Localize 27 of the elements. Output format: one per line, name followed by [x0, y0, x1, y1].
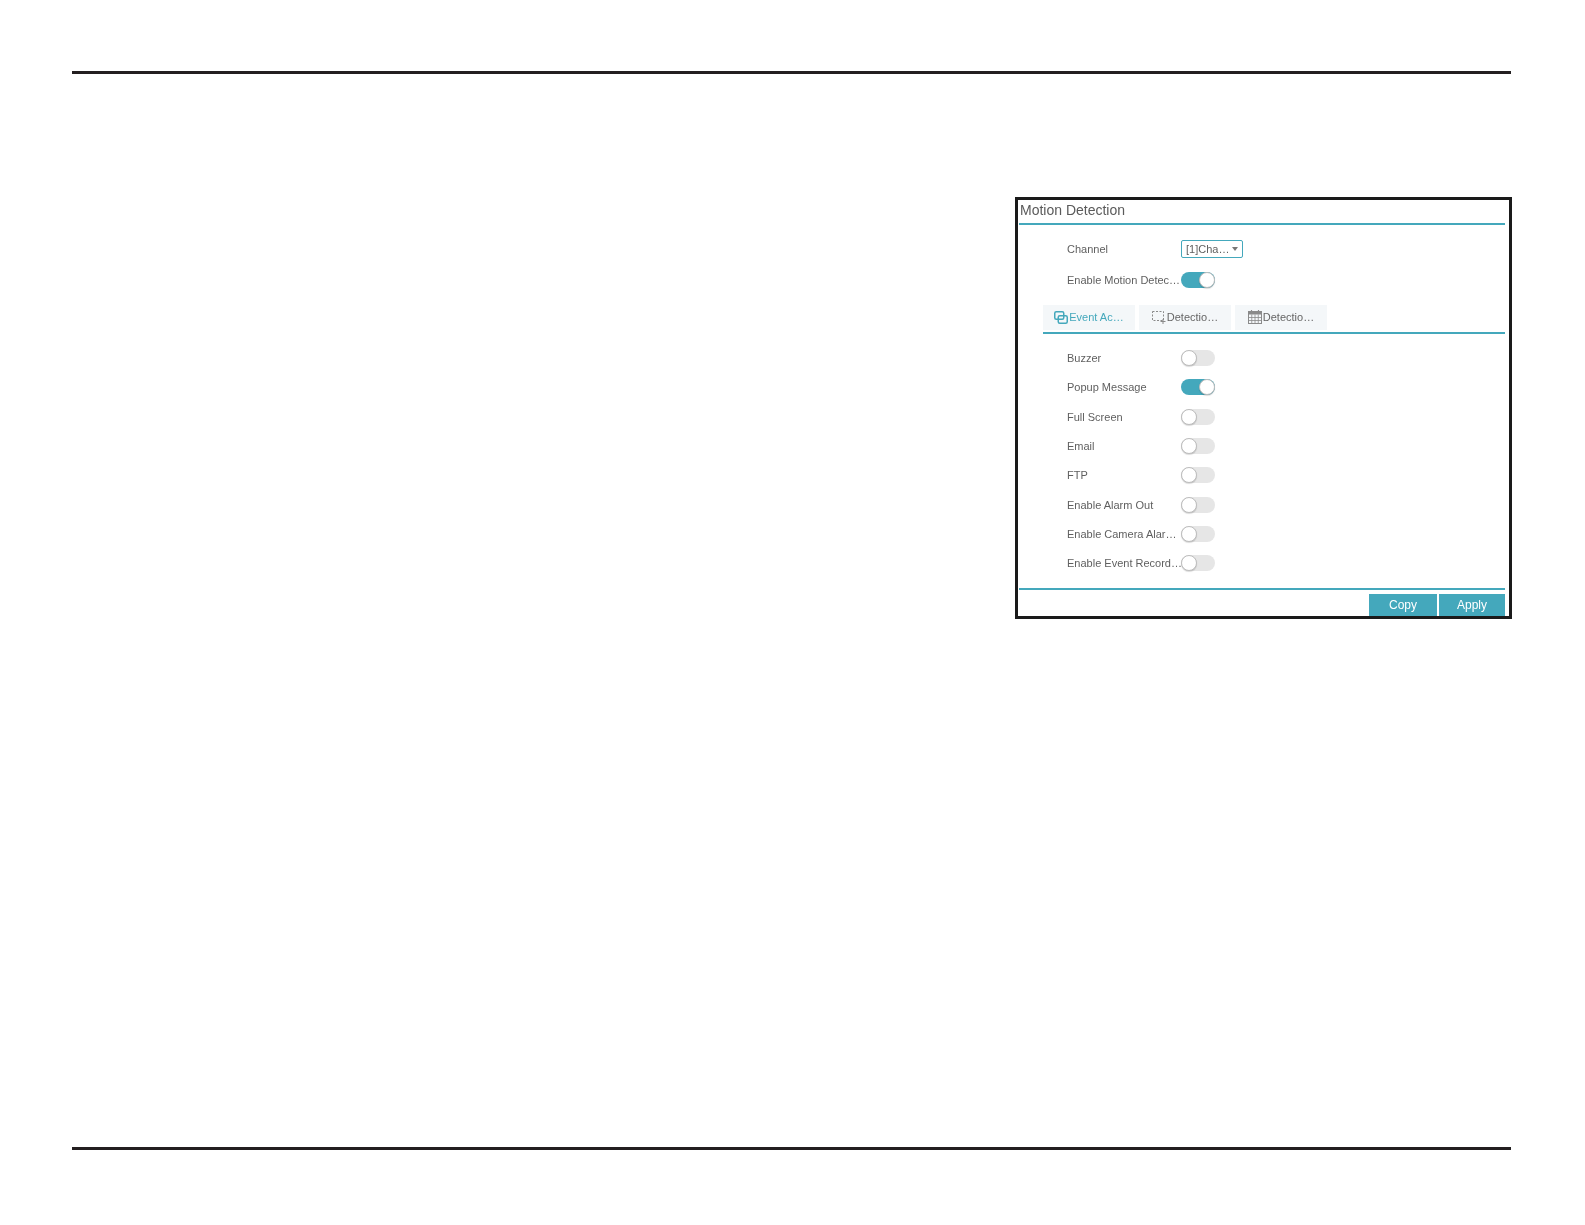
- toggle-switch[interactable]: [1181, 526, 1215, 543]
- option-label: Email: [1067, 439, 1096, 452]
- option-label: Enable Alarm Out: [1067, 498, 1155, 511]
- dashed-area-icon: [1151, 310, 1166, 324]
- tab[interactable]: Detectio…: [1235, 304, 1327, 330]
- field-label: Enable Motion Detec…: [1067, 273, 1181, 286]
- toggle-switch[interactable]: [1181, 271, 1215, 288]
- option-label: Buzzer: [1067, 351, 1103, 364]
- toggle-switch[interactable]: [1181, 555, 1215, 572]
- toggle-switch[interactable]: [1181, 496, 1215, 513]
- toggle-switch[interactable]: [1181, 467, 1215, 484]
- option-label: FTP: [1067, 469, 1089, 482]
- toggle-switch[interactable]: [1181, 349, 1215, 366]
- tab[interactable]: Detectio…: [1139, 304, 1231, 330]
- channel-select[interactable]: [1]Cha…: [1181, 239, 1243, 258]
- calendar-icon: [1247, 310, 1262, 325]
- caret-icon: [1232, 246, 1238, 251]
- option-label: Enable Camera Alar…: [1067, 528, 1178, 541]
- overlapping-squares-icon: [1054, 310, 1069, 324]
- option-label: Full Screen: [1067, 410, 1124, 423]
- toggle-switch[interactable]: [1181, 437, 1215, 454]
- panel-title: Motion Detection: [1020, 201, 1126, 218]
- field-label: Channel: [1067, 242, 1109, 255]
- option-label: Enable Event Record…: [1067, 557, 1181, 570]
- option-label: Popup Message: [1067, 381, 1148, 394]
- toggle-switch[interactable]: [1181, 408, 1215, 425]
- toggle-switch[interactable]: [1181, 379, 1215, 396]
